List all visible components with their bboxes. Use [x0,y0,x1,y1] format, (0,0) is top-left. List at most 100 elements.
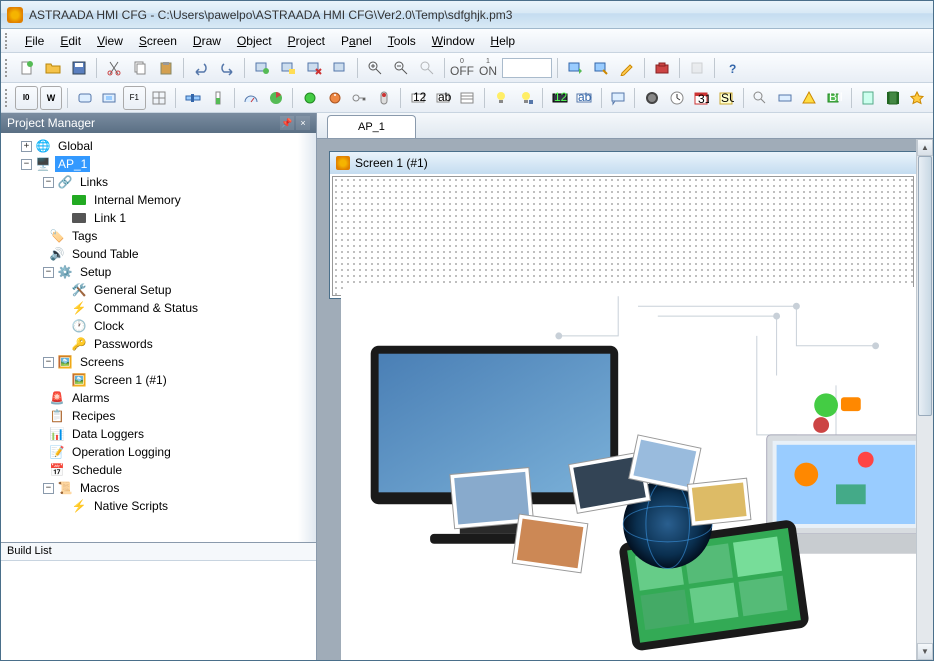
obj-key-icon[interactable] [348,86,371,110]
tree-screens[interactable]: Screens [77,354,127,370]
open-button[interactable] [41,56,65,80]
screen-props-button[interactable] [276,56,300,80]
cut-button[interactable] [102,56,126,80]
obj-display123-icon[interactable]: 123 [548,86,571,110]
panel-close-icon[interactable]: × [296,116,310,130]
tree-macros[interactable]: Macros [77,480,122,496]
tree-global[interactable]: Global [55,138,96,154]
tree-collapse-icon[interactable]: − [43,267,54,278]
obj-pie-icon[interactable] [265,86,288,110]
obj-lamp-icon[interactable] [98,86,121,110]
toolbar-handle[interactable] [5,89,11,107]
zoom-dropdown[interactable] [502,58,552,78]
scroll-up-icon[interactable]: ▲ [917,139,933,156]
copy-button[interactable] [128,56,152,80]
menu-object[interactable]: Object [229,31,280,51]
tree-tags[interactable]: Tags [69,228,100,244]
state-off-button[interactable]: 0OFF [450,56,474,80]
obj-calendar-icon[interactable]: 31 [690,86,713,110]
tree-ap1[interactable]: AP_1 [55,156,90,172]
workspace[interactable]: Screen 1 (#1) [317,139,933,660]
library-button[interactable] [685,56,709,80]
paste-button[interactable] [154,56,178,80]
obj-search2-icon[interactable] [748,86,771,110]
scroll-thumb[interactable] [918,156,932,416]
obj-clock-icon[interactable] [665,86,688,110]
tree-data-loggers[interactable]: Data Loggers [69,426,147,442]
zoom-fit-button[interactable] [415,56,439,80]
project-tree[interactable]: +🌐Global −🖥️AP_1 −🔗Links Internal Memory… [1,133,316,542]
tree-link1[interactable]: Link 1 [91,210,129,226]
obj-knob-icon[interactable] [323,86,346,110]
obj-grid-icon[interactable] [148,86,171,110]
compile-button[interactable] [563,56,587,80]
obj-numeric-icon[interactable]: 12 [406,86,429,110]
obj-sound-icon[interactable]: BiF [823,86,846,110]
obj-bulb2-icon[interactable] [514,86,537,110]
tree-passwords[interactable]: Passwords [91,336,156,352]
menu-tools[interactable]: Tools [380,31,424,51]
undo-button[interactable] [189,56,213,80]
obj-word-button[interactable]: W [40,86,63,110]
menu-project[interactable]: Project [280,31,333,51]
obj-button-icon[interactable] [73,86,96,110]
menu-help[interactable]: Help [482,31,523,51]
obj-tag-icon[interactable] [773,86,796,110]
tree-screen1[interactable]: Screen 1 (#1) [91,372,170,388]
toolbox-button[interactable] [650,56,674,80]
tree-collapse-icon[interactable]: − [43,357,54,368]
tree-setup[interactable]: Setup [77,264,114,280]
tree-sound-table[interactable]: Sound Table [69,246,142,262]
screen-delete-button[interactable] [302,56,326,80]
screen-copy-button[interactable] [328,56,352,80]
tree-schedule[interactable]: Schedule [69,462,125,478]
menu-window[interactable]: Window [424,31,483,51]
tree-clock[interactable]: Clock [91,318,127,334]
obj-gauge-icon[interactable] [640,86,663,110]
obj-bar-icon[interactable] [206,86,229,110]
new-button[interactable] [15,56,39,80]
obj-text-icon[interactable]: ab [431,86,454,110]
obj-alarm-icon[interactable] [798,86,821,110]
obj-recipe-icon[interactable] [857,86,880,110]
download-button[interactable] [589,56,613,80]
tree-collapse-icon[interactable]: − [21,159,32,170]
menu-draw[interactable]: Draw [185,31,229,51]
menu-file[interactable]: File [17,31,52,51]
obj-message-icon[interactable] [607,86,630,110]
zoom-in-button[interactable] [363,56,387,80]
panel-pin-icon[interactable]: 📌 [280,116,294,130]
obj-film-icon[interactable] [881,86,904,110]
tree-alarms[interactable]: Alarms [69,390,112,406]
tree-collapse-icon[interactable]: − [43,177,54,188]
toolbar-handle[interactable] [5,59,11,77]
screen-window-titlebar[interactable]: Screen 1 (#1) [330,152,916,174]
obj-displayabc-icon[interactable]: abc [573,86,596,110]
obj-star-icon[interactable] [906,86,929,110]
tree-expand-icon[interactable]: + [21,141,32,152]
obj-slider-h-icon[interactable] [181,86,204,110]
edit-tool-button[interactable] [615,56,639,80]
menu-view[interactable]: View [89,31,131,51]
state-on-button[interactable]: 1ON [476,56,500,80]
tab-ap1[interactable]: AP_1 [327,115,416,138]
obj-led-green-icon[interactable] [298,86,321,110]
tree-general-setup[interactable]: General Setup [91,282,174,298]
menu-edit[interactable]: Edit [52,31,89,51]
tree-internal-memory[interactable]: Internal Memory [91,192,184,208]
redo-button[interactable] [215,56,239,80]
scroll-down-icon[interactable]: ▼ [917,643,933,660]
tree-recipes[interactable]: Recipes [69,408,118,424]
screen-editor-window[interactable]: Screen 1 (#1) [329,151,917,299]
save-button[interactable] [67,56,91,80]
menu-screen[interactable]: Screen [131,31,185,51]
obj-switch-icon[interactable] [373,86,396,110]
tree-operation-logging[interactable]: Operation Logging [69,444,174,460]
tree-links[interactable]: Links [77,174,111,190]
obj-meter-icon[interactable] [240,86,263,110]
obj-list-icon[interactable] [456,86,479,110]
help-button[interactable]: ? [720,56,744,80]
tree-native-scripts[interactable]: Native Scripts [91,498,171,514]
vertical-scrollbar[interactable]: ▲ ▼ [916,139,933,660]
tree-collapse-icon[interactable]: − [43,483,54,494]
